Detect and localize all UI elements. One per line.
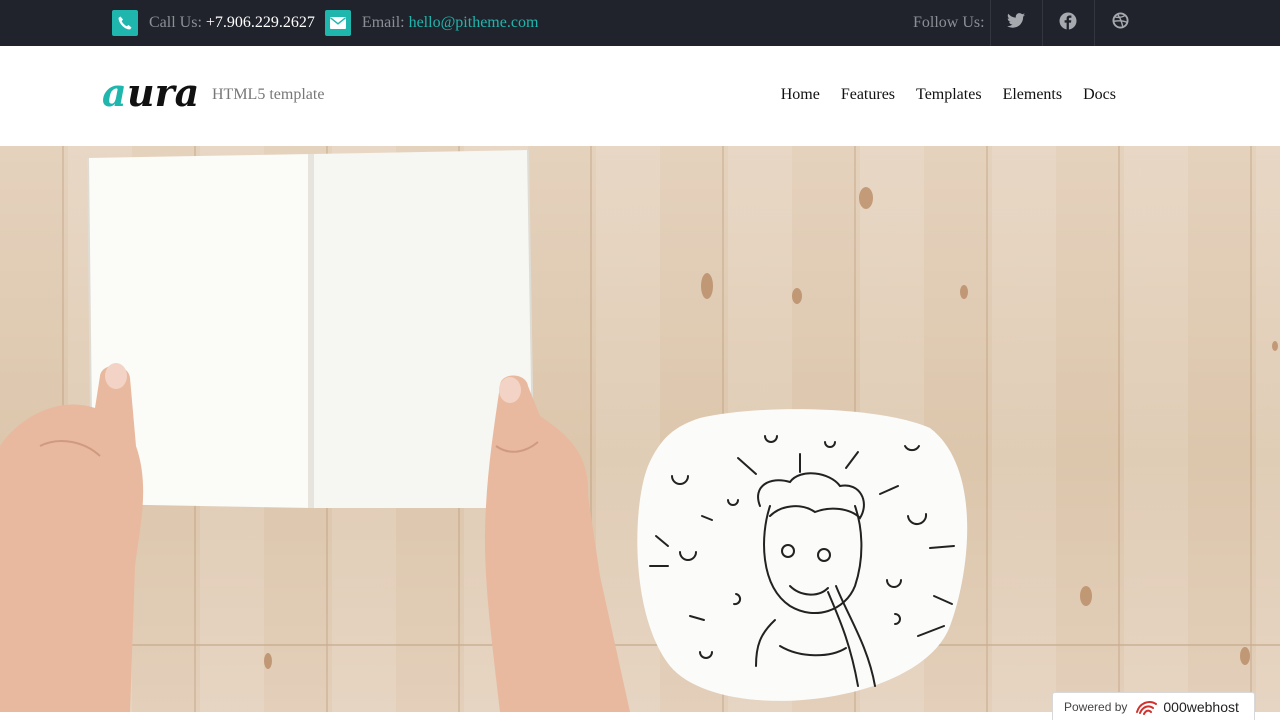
svg-text:a: a bbox=[102, 72, 127, 112]
nav-docs[interactable]: Docs bbox=[1083, 86, 1116, 104]
contact-info: Call Us: +7.906.229.2627 Email: hello@pi… bbox=[112, 0, 538, 46]
phone-icon bbox=[112, 10, 138, 36]
powered-by-badge[interactable]: Powered by 000webhost bbox=[1052, 692, 1255, 720]
twitter-link[interactable] bbox=[989, 0, 1042, 46]
dribbble-link[interactable] bbox=[1093, 0, 1146, 46]
email-link[interactable]: hello@pitheme.com bbox=[409, 14, 539, 32]
call-label: Call Us: bbox=[149, 14, 202, 31]
nav-home[interactable]: Home bbox=[781, 86, 820, 104]
svg-text:ura: ura bbox=[127, 72, 199, 112]
email-label: Email: bbox=[361, 14, 405, 31]
dribbble-icon bbox=[1112, 12, 1129, 34]
nav-elements[interactable]: Elements bbox=[1003, 86, 1063, 104]
webhost-logo-icon bbox=[1136, 700, 1158, 715]
envelope-icon bbox=[324, 10, 351, 36]
powered-by-label: Powered by bbox=[1064, 699, 1128, 714]
social-links: Follow Us: bbox=[913, 0, 1146, 46]
facebook-link[interactable] bbox=[1041, 0, 1094, 46]
main-nav: Home Features Templates Elements Docs bbox=[760, 86, 1116, 104]
hero-image bbox=[0, 149, 1280, 712]
site-tagline: HTML5 template bbox=[212, 86, 325, 103]
top-bar: Call Us: +7.906.229.2627 Email: hello@pi… bbox=[0, 0, 1280, 46]
site-header: a ura HTML5 template Home Features Templ… bbox=[0, 46, 1280, 146]
aura-logo[interactable]: a ura bbox=[102, 70, 202, 115]
powered-by-brand: 000webhost bbox=[1163, 698, 1239, 715]
email-us: Email: hello@pitheme.com bbox=[324, 10, 539, 36]
nav-templates[interactable]: Templates bbox=[916, 86, 982, 104]
hero-banner bbox=[0, 146, 1280, 712]
follow-label: Follow Us: bbox=[913, 14, 985, 31]
facebook-icon bbox=[1059, 12, 1077, 35]
phone-number[interactable]: +7.906.229.2627 bbox=[206, 14, 315, 32]
twitter-icon bbox=[1007, 13, 1026, 33]
call-us: Call Us: +7.906.229.2627 bbox=[112, 10, 315, 36]
nav-features[interactable]: Features bbox=[841, 86, 895, 104]
